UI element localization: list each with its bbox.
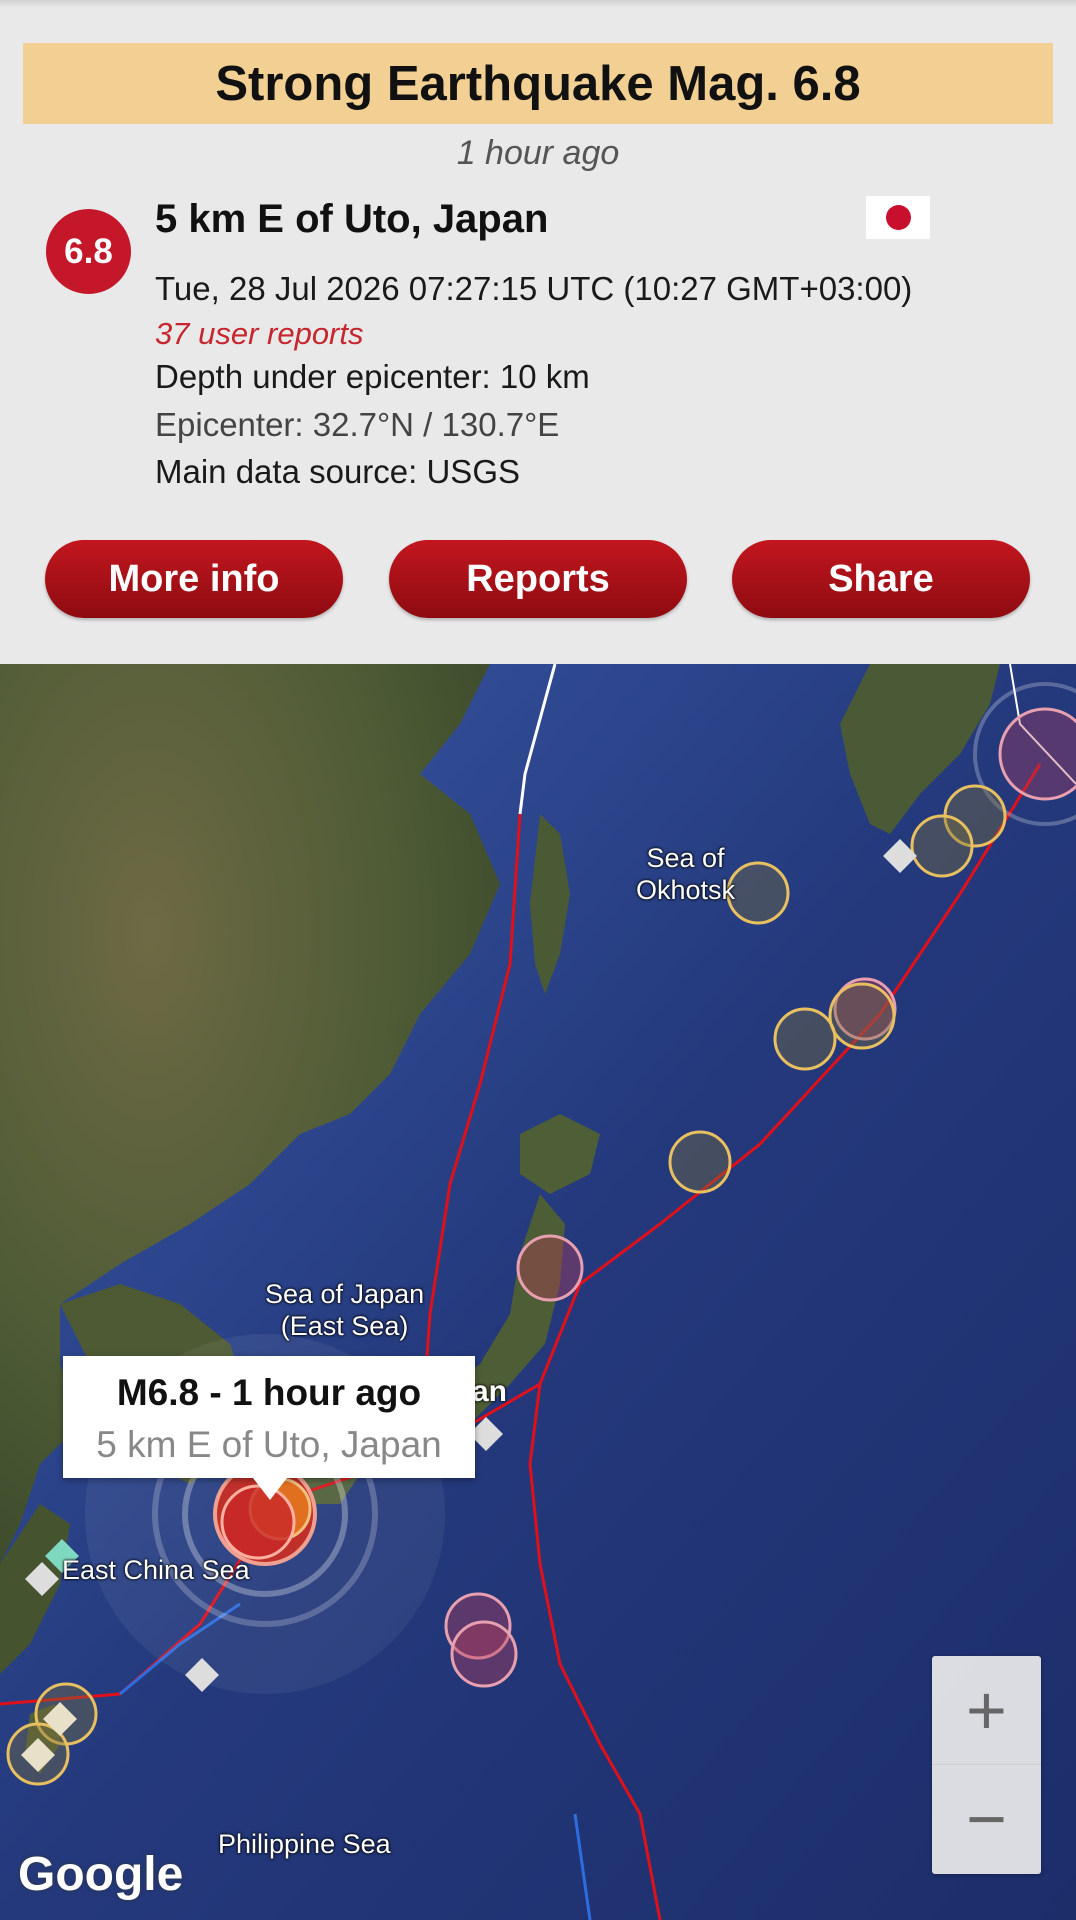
quake-depth: Depth under epicenter: 10 km: [155, 358, 590, 395]
label-japan-partial: an: [472, 1375, 508, 1408]
zoom-in-button[interactable]: +: [932, 1656, 1041, 1765]
reports-button[interactable]: Reports: [389, 540, 687, 618]
alert-title: Strong Earthquake Mag. 6.8: [215, 56, 861, 111]
app-root: Strong Earthquake Mag. 6.8 1 hour ago 6.…: [0, 0, 1076, 1920]
label-sea-of-japan: Sea of Japan (East Sea): [265, 1279, 425, 1341]
google-attribution-logo: Google: [18, 1848, 184, 1901]
label-sea-of-okhotsk: Sea of Okhotsk: [636, 843, 736, 905]
share-button[interactable]: Share: [732, 540, 1030, 618]
satellite-map-graphic: [0, 664, 1076, 1920]
zoom-controls: + −: [932, 1656, 1041, 1874]
quake-epicenter: Epicenter: 32.7°N / 130.7°E: [155, 406, 560, 443]
alert-title-bar: Strong Earthquake Mag. 6.8: [23, 43, 1053, 124]
user-reports-link[interactable]: 37 user reports: [155, 316, 364, 352]
japan-flag-icon: [866, 196, 930, 239]
popup-title: M6.8 - 1 hour ago: [116, 1372, 422, 1413]
quake-datetime: Tue, 28 Jul 2026 07:27:15 UTC (10:27 GMT…: [155, 270, 913, 307]
quake-info-popup[interactable]: M6.8 - 1 hour ago 5 km E of Uto, Japan: [63, 1356, 475, 1500]
data-source: Main data source: USGS: [155, 453, 520, 490]
quake-place: 5 km E of Uto, Japan: [155, 197, 549, 241]
popup-subtitle: 5 km E of Uto, Japan: [96, 1424, 442, 1465]
more-info-button[interactable]: More info: [45, 540, 343, 618]
label-east-china-sea: East China Sea: [62, 1555, 250, 1585]
map-view[interactable]: Sea of Okhotsk Sea of Japan (East Sea) a…: [0, 664, 1076, 1920]
top-strip: [0, 0, 1076, 8]
magnitude-badge: 6.8: [46, 209, 131, 294]
time-ago: 1 hour ago: [456, 134, 620, 172]
label-philippine-sea: Philippine Sea: [218, 1829, 391, 1859]
zoom-out-button[interactable]: −: [932, 1765, 1041, 1873]
